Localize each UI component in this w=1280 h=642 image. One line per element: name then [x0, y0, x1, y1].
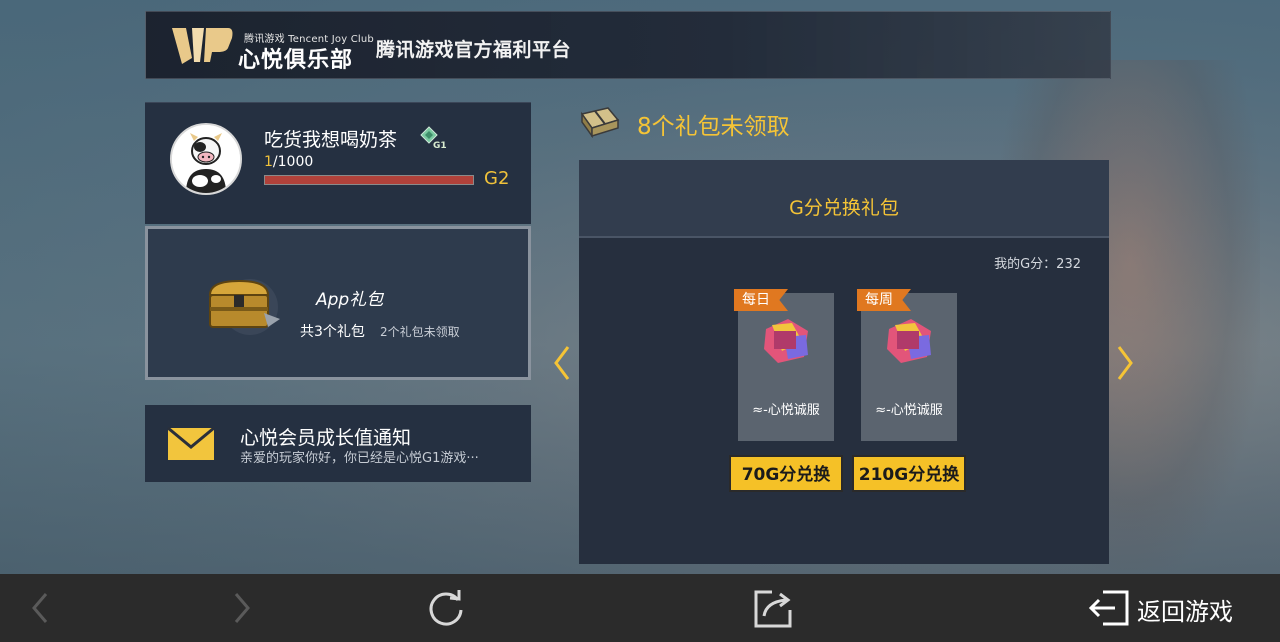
user-profile-card[interactable]: 吃货我想喝奶茶 G1 1/1000 G2	[145, 102, 531, 224]
exchange-button-daily[interactable]: 70G分兑换	[729, 455, 843, 492]
envelope-icon	[167, 427, 215, 460]
chevron-left-icon[interactable]	[550, 343, 574, 383]
package-tag: 每日	[734, 289, 788, 311]
return-game-icon[interactable]	[1087, 588, 1131, 628]
xinyue-logo-icon	[887, 319, 931, 363]
notification-body: 亲爱的玩家你好，你已经是心悦G1游戏···	[240, 451, 479, 466]
package-tag: 每周	[857, 289, 911, 311]
avatar[interactable]	[170, 123, 242, 195]
progress-bar	[264, 175, 474, 185]
progress-total: /1000	[272, 154, 314, 170]
progress-fill	[265, 176, 473, 184]
bottom-navigation-bar: 返回游戏	[0, 574, 1280, 642]
refresh-icon[interactable]	[424, 586, 468, 630]
progress-text: 1/1000	[264, 154, 313, 170]
exchange-button-weekly[interactable]: 210G分兑换	[852, 455, 966, 492]
share-icon[interactable]	[752, 586, 796, 630]
package-name: ≈-心悦诚服	[875, 403, 943, 418]
cow-avatar-icon	[172, 125, 240, 193]
return-game-label[interactable]: 返回游戏	[1137, 592, 1233, 627]
rank-badge-icon: G1	[420, 126, 447, 151]
app-gift-card[interactable]: App礼包 共3个礼包 2个礼包未领取	[145, 226, 531, 380]
app-gift-title: App礼包	[316, 290, 384, 310]
panel-title: G分兑换礼包	[789, 197, 899, 219]
unclaimed-gifts-header[interactable]: 8个礼包未领取	[637, 107, 790, 141]
header-tagline: 腾讯游戏官方福利平台	[376, 39, 572, 61]
panel-header: G分兑换礼包	[579, 160, 1109, 238]
xinyue-logo-icon	[764, 319, 808, 363]
rank-badge-label: G1	[433, 141, 447, 151]
app-gift-unclaimed: 2个礼包未领取	[380, 325, 460, 339]
notification-card[interactable]: 心悦会员成长值通知 亲爱的玩家你好，你已经是心悦G1游戏···	[145, 405, 531, 482]
forward-arrow-icon[interactable]	[230, 590, 254, 626]
chevron-right-icon[interactable]	[1113, 343, 1137, 383]
gscore-exchange-panel: G分兑换礼包 我的G分：232 每日 ≈-心悦诚服 70G分兑换 每周 ≈-心悦…	[579, 160, 1109, 564]
next-level-label: G2	[484, 168, 510, 189]
progress-current: 1	[264, 154, 273, 170]
package-name: ≈-心悦诚服	[752, 403, 820, 418]
header-banner: 腾讯游戏 Tencent Joy Club 心悦俱乐部 腾讯游戏官方福利平台	[145, 11, 1111, 79]
username: 吃货我想喝奶茶	[264, 129, 398, 151]
my-gscore: 我的G分：232	[994, 257, 1081, 272]
gift-box-icon	[580, 107, 620, 138]
joy-club-logo-icon	[172, 28, 233, 64]
treasure-chest-icon	[208, 279, 280, 335]
gift-package-daily[interactable]: 每日 ≈-心悦诚服	[734, 289, 834, 441]
gift-package-weekly[interactable]: 每周 ≈-心悦诚服	[857, 289, 957, 441]
notification-title: 心悦会员成长值通知	[240, 427, 412, 449]
app-gift-count: 共3个礼包	[300, 324, 365, 340]
logo-title: 心悦俱乐部	[238, 48, 354, 73]
back-arrow-icon[interactable]	[28, 590, 52, 626]
